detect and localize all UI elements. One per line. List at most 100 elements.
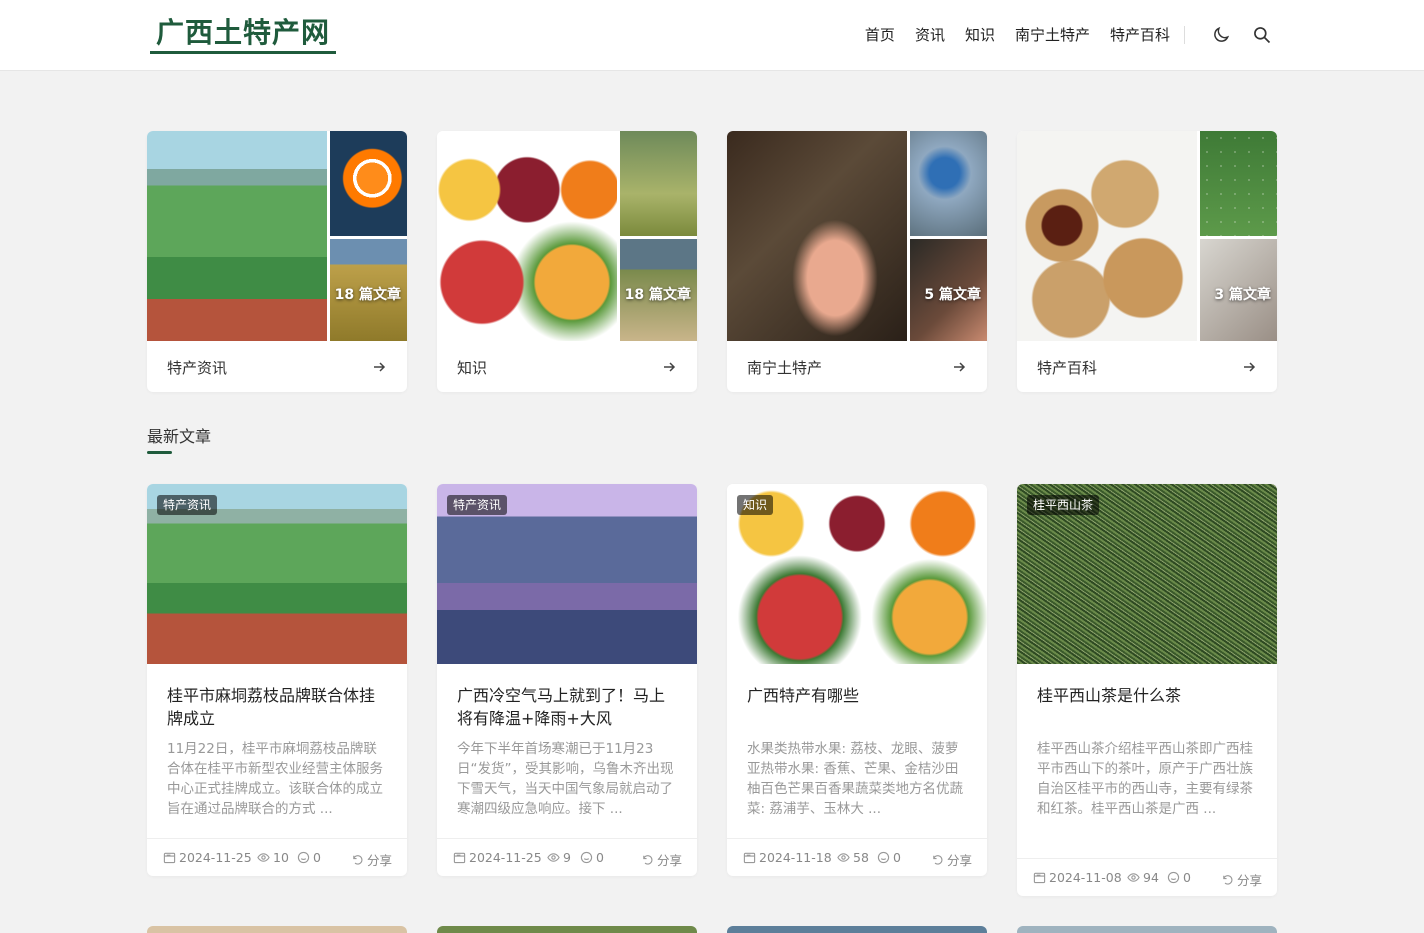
category-card[interactable]: 18 篇文章 特产资讯 (147, 131, 407, 392)
article-card[interactable]: 知识 广西特产有哪些 水果类热带水果: 荔枝、龙眼、菠萝亚热带水果: 香蕉、芒果… (727, 484, 987, 876)
article-excerpt: 今年下半年首场寒潮已于11月23日“发货”，受其影响，乌鲁木齐出现下雪天气，当天… (457, 741, 674, 817)
article-excerpt: 水果类热带水果: 荔枝、龙眼、菠萝亚热带水果: 香蕉、芒果、金桔沙田柚百色芒果百… (747, 741, 963, 817)
article-date: 2024-11-25 (179, 850, 252, 865)
article-title[interactable]: 桂平西山茶是什么茶 (1037, 684, 1259, 707)
site-header: 广西土特产网 首页 资讯 知识 南宁土特产 特产百科 (0, 0, 1424, 71)
comment-count: 0 (596, 850, 604, 865)
share-label[interactable]: 分享 (367, 850, 392, 869)
search-icon[interactable] (1251, 24, 1273, 46)
views-meta: 10 (257, 850, 289, 865)
nav-news[interactable]: 资讯 (915, 24, 945, 46)
article-title[interactable]: 桂平市麻垌荔枝品牌联合体挂牌成立 (167, 684, 389, 730)
category-name[interactable]: 特产百科 (1037, 357, 1097, 378)
comments-meta: 0 (580, 850, 604, 865)
comment-icon (1167, 871, 1180, 884)
article-title[interactable]: 广西特产有哪些 (747, 684, 969, 707)
category-image (437, 131, 617, 341)
eye-icon (1127, 873, 1140, 882)
category-name[interactable]: 特产资讯 (167, 357, 227, 378)
share-icon (353, 855, 363, 865)
comment-icon (580, 851, 593, 864)
comments-meta: 0 (1167, 870, 1191, 885)
comments-meta: 0 (297, 850, 321, 865)
share-button[interactable]: 分享 (641, 850, 682, 869)
category-image (1017, 131, 1197, 341)
arrow-right-icon[interactable] (371, 359, 387, 375)
nav-home[interactable]: 首页 (865, 24, 895, 46)
eye-icon (547, 853, 560, 862)
article-card[interactable]: 特产资讯 桂平市麻垌荔枝品牌联合体挂牌成立 11月22日，桂平市麻垌荔枝品牌联合… (147, 484, 407, 876)
views-meta: 58 (837, 850, 869, 865)
category-image (727, 131, 907, 341)
share-label[interactable]: 分享 (1237, 870, 1262, 889)
article-card[interactable]: 桂平西山茶 桂平西山茶是什么茶 桂平西山茶介绍桂平西山茶即广西桂平市西山下的茶叶… (1017, 484, 1277, 896)
calendar-icon (743, 852, 756, 864)
category-name[interactable]: 知识 (457, 357, 487, 378)
nav-nanning[interactable]: 南宁土特产 (1015, 24, 1090, 46)
share-icon (1223, 875, 1233, 885)
category-card[interactable]: 18 篇文章 知识 (437, 131, 697, 392)
share-button[interactable]: 分享 (931, 850, 972, 869)
article-card-partial[interactable] (147, 926, 407, 933)
calendar-icon (163, 852, 176, 864)
date-meta: 2024-11-18 (743, 850, 832, 865)
share-label[interactable]: 分享 (657, 850, 682, 869)
category-card[interactable]: 3 篇文章 特产百科 (1017, 131, 1277, 392)
category-card[interactable]: 5 篇文章 南宁土特产 (727, 131, 987, 392)
article-card-partial[interactable] (1017, 926, 1277, 933)
category-thumb (620, 131, 697, 236)
comment-count: 0 (1183, 870, 1191, 885)
share-label[interactable]: 分享 (947, 850, 972, 869)
category-tag[interactable]: 特产资讯 (447, 495, 508, 515)
article-meta: 2024-11-25 9 0 分享 (437, 838, 697, 876)
category-name[interactable]: 南宁土特产 (747, 357, 822, 378)
category-tag[interactable]: 知识 (737, 495, 774, 515)
comment-count: 0 (893, 850, 901, 865)
date-meta: 2024-11-08 (1033, 870, 1122, 885)
article-card[interactable]: 特产资讯 广西冷空气马上就到了！马上将有降温+降雨+大风 今年下半年首场寒潮已于… (437, 484, 697, 876)
comment-icon (877, 851, 890, 864)
article-excerpt: 11月22日，桂平市麻垌荔枝品牌联合体在桂平市新型农业经营主体服务中心正式挂牌成… (167, 741, 383, 817)
article-meta: 2024-11-25 10 0 分享 (147, 838, 407, 876)
comments-meta: 0 (877, 850, 901, 865)
view-count: 58 (853, 850, 869, 865)
category-tag[interactable]: 桂平西山茶 (1027, 495, 1100, 515)
article-card-partial[interactable] (727, 926, 987, 933)
article-title[interactable]: 广西冷空气马上就到了！马上将有降温+降雨+大风 (457, 684, 679, 730)
arrow-right-icon[interactable] (951, 359, 967, 375)
comment-count: 0 (313, 850, 321, 865)
arrow-right-icon[interactable] (1241, 359, 1257, 375)
category-tag[interactable]: 特产资讯 (157, 495, 218, 515)
share-icon (933, 855, 943, 865)
article-excerpt: 桂平西山茶介绍桂平西山茶即广西桂平市西山下的茶叶，原产于广西壮族自治区桂平市的西… (1037, 741, 1253, 817)
share-button[interactable]: 分享 (351, 850, 392, 869)
share-icon (643, 855, 653, 865)
nav-divider (1184, 26, 1185, 44)
nav-encyclopedia[interactable]: 特产百科 (1110, 24, 1170, 46)
article-count: 3 篇文章 (1214, 287, 1271, 303)
moon-icon[interactable] (1210, 24, 1232, 46)
view-count: 94 (1143, 870, 1159, 885)
category-thumb (1200, 131, 1277, 236)
calendar-icon (453, 852, 466, 864)
article-count: 18 篇文章 (624, 287, 691, 303)
category-thumb (330, 131, 407, 236)
section-underline (147, 451, 172, 454)
views-meta: 9 (547, 850, 571, 865)
article-meta: 2024-11-08 94 0 分享 (1017, 858, 1277, 896)
article-date: 2024-11-18 (759, 850, 832, 865)
main-nav: 首页 资讯 知识 南宁土特产 特产百科 (865, 24, 1170, 46)
arrow-right-icon[interactable] (661, 359, 677, 375)
date-meta: 2024-11-25 (453, 850, 542, 865)
article-card-partial[interactable] (437, 926, 697, 933)
nav-knowledge[interactable]: 知识 (965, 24, 995, 46)
view-count: 9 (563, 850, 571, 865)
views-meta: 94 (1127, 870, 1159, 885)
site-logo[interactable]: 广西土特产网 (150, 14, 337, 54)
category-thumb (910, 131, 987, 236)
date-meta: 2024-11-25 (163, 850, 252, 865)
section-title: 最新文章 (147, 427, 212, 446)
comment-icon (297, 851, 310, 864)
share-button[interactable]: 分享 (1221, 870, 1262, 889)
eye-icon (257, 853, 270, 862)
